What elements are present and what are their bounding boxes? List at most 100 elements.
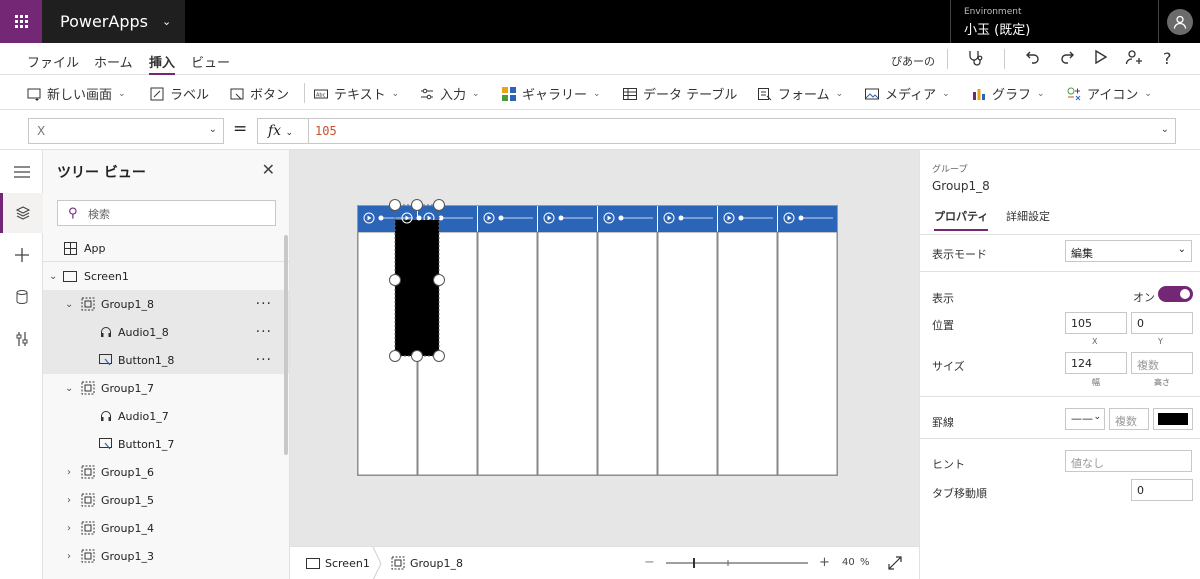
- undo-icon[interactable]: [1025, 49, 1041, 69]
- advanced-tools-icon[interactable]: [0, 319, 43, 359]
- border-style-dropdown[interactable]: —— ⌄: [1065, 408, 1105, 430]
- close-icon[interactable]: ✕: [262, 160, 275, 179]
- chevron-down-icon[interactable]: ⌄: [65, 383, 73, 394]
- function-button[interactable]: fx ⌄: [257, 118, 309, 144]
- tree-view-icon[interactable]: [0, 193, 43, 233]
- app-checker-icon[interactable]: [966, 49, 984, 71]
- property-value: X: [37, 124, 46, 138]
- tree-item-button1-8[interactable]: Button1_8 ···: [43, 346, 289, 374]
- gallery-icon: [502, 86, 516, 101]
- white-key[interactable]: [777, 231, 838, 476]
- insert-plus-icon[interactable]: [0, 235, 43, 275]
- menu-home[interactable]: ホーム: [94, 52, 133, 71]
- text-button[interactable]: Abc テキスト ⌄: [314, 84, 399, 103]
- menu-insert[interactable]: 挿入: [149, 52, 176, 75]
- chart-button[interactable]: グラフ ⌄: [972, 84, 1045, 103]
- chevron-down-icon[interactable]: ⌄: [49, 271, 57, 282]
- formula-input[interactable]: 105 ⌄: [309, 118, 1176, 144]
- tree-item-audio1-8[interactable]: Audio1_8 ···: [43, 318, 289, 346]
- audio-player[interactable]: [538, 206, 597, 232]
- media-button[interactable]: メディア ⌄: [865, 84, 950, 103]
- breadcrumb-screen[interactable]: Screen1: [306, 557, 370, 570]
- selected-black-key[interactable]: [394, 204, 440, 357]
- visible-toggle-label: オン: [1133, 291, 1155, 304]
- tree-item-group1-7[interactable]: ⌄ Group1_7: [43, 374, 289, 402]
- more-options-icon[interactable]: ···: [256, 296, 272, 312]
- tree-scrollbar[interactable]: [284, 235, 288, 455]
- tree-item-screen1[interactable]: ⌄ Screen1: [43, 262, 289, 290]
- canvas-drawing: [357, 199, 838, 476]
- tab-advanced[interactable]: 詳細設定: [1006, 208, 1050, 224]
- tree-search-input[interactable]: ⚲ 検索: [57, 200, 276, 226]
- tree-item-app[interactable]: App: [43, 234, 289, 262]
- tree-item-audio1-7[interactable]: Audio1_7: [43, 402, 289, 430]
- white-key[interactable]: [597, 231, 658, 476]
- data-table-button[interactable]: データ テーブル: [623, 84, 737, 103]
- label-button[interactable]: ラベル: [150, 84, 209, 103]
- fit-to-window-icon[interactable]: [888, 556, 902, 570]
- width-input[interactable]: 124: [1065, 352, 1127, 374]
- audio-player[interactable]: [658, 206, 717, 232]
- svg-text:Abc: Abc: [316, 92, 326, 98]
- tree-item-group1-4[interactable]: › Group1_4: [43, 514, 289, 542]
- button-button[interactable]: ボタン: [230, 84, 289, 103]
- form-button[interactable]: フォーム ⌄: [758, 84, 843, 103]
- menu-file[interactable]: ファイル: [27, 52, 79, 71]
- more-options-icon[interactable]: ···: [256, 324, 272, 340]
- tree-item-group1-8[interactable]: ⌄ Group1_8 ···: [43, 290, 289, 318]
- tree-item-group1-6[interactable]: › Group1_6: [43, 458, 289, 486]
- border-width-input[interactable]: 複数: [1109, 408, 1149, 430]
- position-y-input[interactable]: 0: [1131, 312, 1193, 334]
- hint-input[interactable]: 値なし: [1065, 450, 1192, 472]
- play-icon[interactable]: [1094, 49, 1108, 69]
- chevron-right-icon[interactable]: ›: [67, 467, 71, 478]
- user-account-button[interactable]: [1158, 0, 1200, 43]
- breadcrumb-group-label: Group1_8: [410, 556, 463, 570]
- white-key[interactable]: [537, 231, 598, 476]
- white-key[interactable]: [477, 231, 538, 476]
- app-launcher-button[interactable]: [0, 0, 42, 43]
- white-key[interactable]: [657, 231, 718, 476]
- redo-icon[interactable]: [1059, 49, 1075, 69]
- gallery-button[interactable]: ギャラリー ⌄: [502, 84, 601, 103]
- zoom-out-icon[interactable]: −: [644, 555, 655, 570]
- zoom-in-icon[interactable]: +: [819, 555, 830, 570]
- chevron-down-icon[interactable]: ⌄: [65, 299, 73, 310]
- design-canvas[interactable]: [290, 150, 919, 546]
- share-user-icon[interactable]: [1125, 49, 1143, 71]
- input-button[interactable]: 入力 ⌄: [420, 84, 480, 103]
- expand-formula-icon[interactable]: ⌄: [1161, 124, 1169, 135]
- chevron-right-icon[interactable]: ›: [67, 551, 71, 562]
- chevron-right-icon[interactable]: ›: [67, 495, 71, 506]
- audio-player[interactable]: [718, 206, 777, 232]
- tree-item-group1-5[interactable]: › Group1_5: [43, 486, 289, 514]
- white-key[interactable]: [717, 231, 778, 476]
- breadcrumb-group[interactable]: Group1_8: [391, 556, 463, 570]
- new-screen-button[interactable]: 新しい画面 ⌄: [27, 84, 126, 103]
- icons-button[interactable]: アイコン ⌄: [1067, 84, 1152, 103]
- more-options-icon[interactable]: ···: [256, 352, 272, 368]
- environment-picker[interactable]: Environment 小玉 (既定): [950, 0, 1158, 43]
- tree-item-button1-7[interactable]: Button1_7: [43, 430, 289, 458]
- data-source-icon[interactable]: [0, 277, 43, 317]
- zoom-unit: %: [860, 557, 870, 568]
- height-input[interactable]: 複数: [1131, 352, 1193, 374]
- audio-player[interactable]: [478, 206, 537, 232]
- audio-player[interactable]: [778, 206, 837, 232]
- visible-toggle[interactable]: [1158, 286, 1193, 302]
- help-icon[interactable]: ?: [1163, 49, 1172, 68]
- border-color-picker[interactable]: [1153, 408, 1193, 430]
- tab-index-input[interactable]: 0: [1131, 479, 1193, 501]
- display-mode-dropdown[interactable]: 編集 ⌄: [1065, 240, 1192, 262]
- menu-view[interactable]: ビュー: [191, 52, 230, 71]
- hamburger-menu-icon[interactable]: [0, 152, 43, 192]
- chevron-right-icon[interactable]: ›: [67, 523, 71, 534]
- property-dropdown[interactable]: X ⌄: [28, 118, 224, 144]
- slider-icon: [420, 87, 434, 101]
- app-name-button[interactable]: PowerApps ⌄: [42, 0, 185, 43]
- zoom-slider[interactable]: [666, 555, 808, 571]
- tree-item-group1-3[interactable]: › Group1_3: [43, 542, 289, 570]
- position-x-input[interactable]: 105: [1065, 312, 1127, 334]
- tab-properties[interactable]: プロパティ: [934, 208, 989, 231]
- audio-player[interactable]: [598, 206, 657, 232]
